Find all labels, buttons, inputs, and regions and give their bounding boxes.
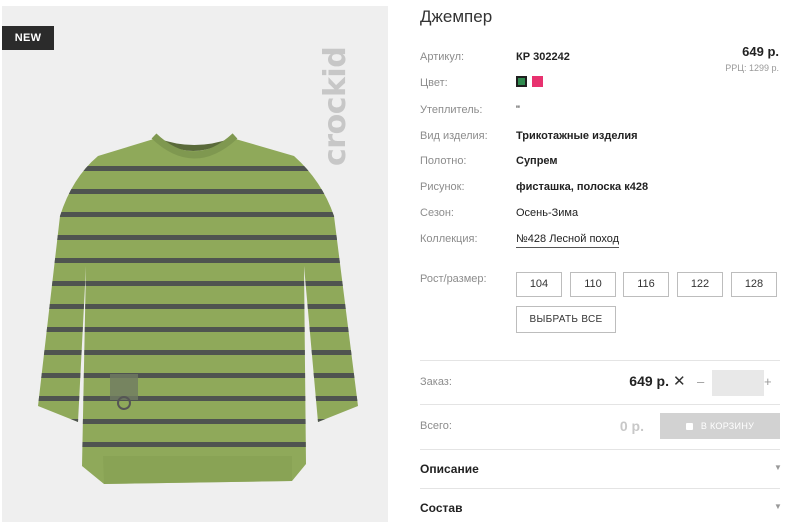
attr-value-fabric: Супрем xyxy=(516,155,558,167)
attr-value-type: Трикотажные изделия xyxy=(516,130,638,142)
add-to-cart-label: В КОРЗИНУ xyxy=(700,421,755,431)
total-label: Всего: xyxy=(420,420,452,432)
chevron-down-icon[interactable]: ▼ xyxy=(774,502,782,511)
divider xyxy=(420,488,780,489)
attr-label-collection: Коллекция: xyxy=(420,233,478,245)
accordion-description-title[interactable]: Описание xyxy=(420,462,479,476)
size-button-128[interactable]: 128 xyxy=(731,272,777,297)
size-button-122[interactable]: 122 xyxy=(677,272,723,297)
total-value: 0 р. xyxy=(619,418,644,434)
attr-value-insulation: " xyxy=(516,104,520,116)
divider xyxy=(420,360,780,361)
new-badge: NEW xyxy=(2,26,54,50)
attr-label-season: Сезон: xyxy=(420,207,454,219)
brand-logo: crockid xyxy=(318,46,353,166)
bag-icon xyxy=(685,423,693,430)
product-price: 649 р. xyxy=(742,44,779,59)
attr-value-pattern: фисташка, полоска к428 xyxy=(516,181,649,193)
product-photo[interactable]: crockid xyxy=(2,6,388,522)
attr-label-type: Вид изделия: xyxy=(420,130,488,142)
product-rrp: РРЦ: 1299 р. xyxy=(725,63,779,73)
order-price: 649 р. xyxy=(629,373,669,389)
order-label: Заказ: xyxy=(420,376,452,388)
chevron-down-icon[interactable]: ▼ xyxy=(774,463,782,472)
attr-value-season: Осень-Зима xyxy=(516,207,579,219)
product-title: Джемпер xyxy=(420,7,493,26)
attr-label-insulation: Утеплитель: xyxy=(420,104,483,116)
attr-label-fabric: Полотно: xyxy=(420,155,467,167)
attr-label-article: Артикул: xyxy=(420,51,465,63)
divider xyxy=(420,449,780,450)
attr-label-color: Цвет: xyxy=(420,77,448,89)
quantity-decrement-button[interactable]: – xyxy=(697,374,704,389)
size-button-116[interactable]: 116 xyxy=(623,272,669,297)
attr-value-article: КР 302242 xyxy=(516,51,570,63)
attr-label-pattern: Рисунок: xyxy=(420,181,465,193)
select-all-sizes-button[interactable]: ВЫБРАТЬ ВСЕ xyxy=(516,306,616,333)
quantity-increment-button[interactable]: + xyxy=(764,374,772,389)
size-label: Рост/размер: xyxy=(420,273,487,285)
size-button-104[interactable]: 104 xyxy=(516,272,562,297)
quantity-input[interactable] xyxy=(712,370,764,396)
collection-link[interactable]: №428 Лесной поход xyxy=(516,233,620,248)
accordion-composition-title[interactable]: Состав xyxy=(420,501,462,515)
add-to-cart-button[interactable]: В КОРЗИНУ xyxy=(660,413,780,439)
color-swatch-pink[interactable] xyxy=(532,76,543,87)
close-icon[interactable]: ✕ xyxy=(673,372,686,390)
divider xyxy=(420,404,780,405)
color-swatch-green[interactable] xyxy=(516,76,527,87)
size-button-110[interactable]: 110 xyxy=(570,272,616,297)
